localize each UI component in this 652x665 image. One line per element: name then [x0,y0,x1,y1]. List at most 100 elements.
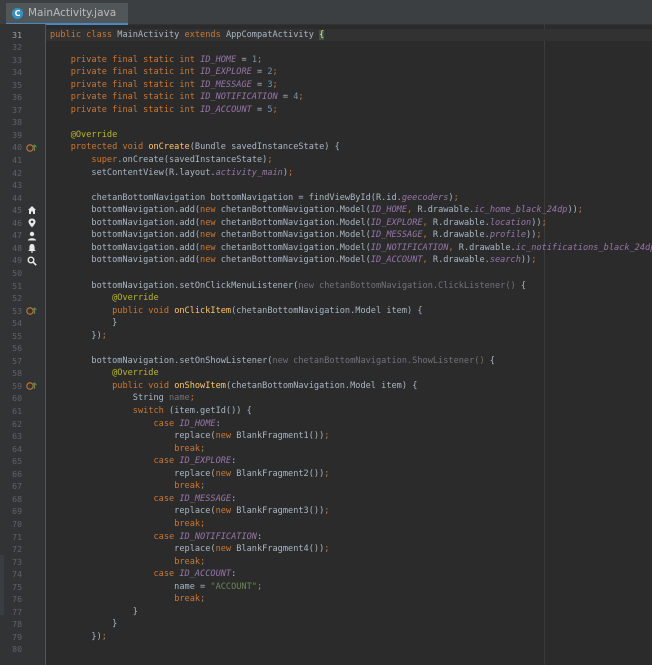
code-line[interactable]: 48 bottomNavigation.add(new chetanBottom… [0,242,652,255]
code-line[interactable]: 46 bottomNavigation.add(new chetanBottom… [0,217,652,230]
code-line[interactable]: 73 break; [0,556,652,569]
code-line[interactable]: 52 @Override [0,292,652,305]
code-line[interactable]: 59 public void onShowItem(chetanBottomNa… [0,380,652,393]
code-line[interactable]: 34 private final static int ID_EXPLORE =… [0,66,652,79]
code-line[interactable]: 70 break; [0,518,652,531]
code-token: R.drawable. [432,217,490,228]
code-token: R.drawable. [432,230,490,241]
code-line[interactable]: 63 replace(new BlankFragment1()); [0,430,652,443]
code-token: bottomNavigation.add( [50,242,201,253]
code-line[interactable]: 62 case ID_HOME: [0,418,652,431]
code-text: chetanBottomNavigation bottomNavigation … [50,192,459,205]
code-token: replace( [50,506,216,517]
code-text: }); [50,330,107,343]
line-number: 38 [12,117,22,128]
line-number: 69 [12,506,22,517]
code-token: chetanBottomNavigation bottomNavigation … [50,192,402,203]
code-token: ; [453,192,459,203]
code-line[interactable]: 35 private final static int ID_MESSAGE =… [0,79,652,92]
code-token: activity_main [215,167,283,178]
code-line[interactable]: 41 super.onCreate(savedInstanceState); [0,154,652,167]
code-text: setContentView(R.layout.activity_main); [50,167,293,180]
code-token: ID_MESSAGE [200,79,252,90]
code-line[interactable]: 69 replace(new BlankFragment3()); [0,505,652,518]
home-icon [26,204,38,217]
line-number: 37 [12,104,22,115]
code-line[interactable]: 57 bottomNavigation.setOnShowListener(ne… [0,355,652,368]
code-line[interactable]: 50 [0,267,652,280]
code-token: : [231,456,237,467]
code-line[interactable]: 68 case ID_MESSAGE: [0,493,652,506]
code-line[interactable]: 72 replace(new BlankFragment4()); [0,543,652,556]
code-text: break; [50,593,205,606]
code-line[interactable]: 58 @Override [0,367,652,380]
code-line[interactable]: 61 switch (item.getId()) { [0,405,652,418]
line-number: 32 [12,42,22,53]
code-line[interactable]: 64 break; [0,443,652,456]
code-line[interactable]: 76 break; [0,593,652,606]
code-token: : [231,493,237,504]
search-icon [26,254,38,267]
line-number: 43 [12,180,22,191]
code-line[interactable]: 80 [0,643,652,656]
tab-main-activity[interactable]: C MainActivity.java [6,3,129,25]
code-token: break; [174,481,206,492]
code-line[interactable]: 78 } [0,618,652,631]
line-number: 63 [12,431,22,442]
code-line[interactable]: 38 [0,116,652,129]
code-line[interactable]: 55 }); [0,330,652,343]
code-token: { [520,280,527,291]
code-line[interactable]: 74 case ID_ACCOUNT: [0,568,652,581]
line-number: 48 [12,242,22,253]
code-text: case ID_EXPLORE: [50,455,236,468]
code-line[interactable]: 47 bottomNavigation.add(new chetanBottom… [0,229,652,242]
code-line[interactable]: 75 name = "ACCOUNT"; [0,581,652,594]
code-text: break; [50,556,205,569]
code-line[interactable]: 33 private final static int ID_HOME = 1; [0,54,652,67]
line-number: 57 [12,355,22,366]
code-line[interactable]: 53 public void onClickItem(chetanBottomN… [0,305,652,318]
override-method-icon[interactable] [26,141,38,154]
code-text: replace(new BlankFragment2()); [50,468,329,481]
code-text: @Override [50,367,159,380]
code-line[interactable]: 65 case ID_EXPLORE: [0,455,652,468]
code-line[interactable]: 39 @Override [0,129,652,142]
code-token: ID_ACCOUNT [200,104,252,115]
code-token: onCreate [148,142,190,153]
code-line[interactable]: 71 case ID_NOTIFICATION: [0,531,652,544]
code-line[interactable]: 60 String name; [0,392,652,405]
code-token: (Bundle savedInstanceState) { [189,142,340,153]
code-line[interactable]: 37 private final static int ID_ACCOUNT =… [0,104,652,117]
profile-icon [26,229,38,242]
code-token: = [277,92,294,103]
code-line[interactable]: 40 protected void onCreate(Bundle savedI… [0,141,652,154]
code-line[interactable]: 45 bottomNavigation.add(new chetanBottom… [0,204,652,217]
code-line[interactable]: 54 } [0,317,652,330]
code-line[interactable]: 77 } [0,606,652,619]
code-line[interactable]: 42 setContentView(R.layout.activity_main… [0,167,652,180]
code-line[interactable]: 36 private final static int ID_NOTIFICAT… [0,91,652,104]
code-line[interactable]: 43 [0,179,652,192]
code-token: bottomNavigation.add( [50,255,201,266]
code-line[interactable]: 49 bottomNavigation.add(new chetanBottom… [0,254,652,267]
override-method-icon[interactable] [26,305,38,318]
code-line[interactable]: 31 public class MainActivity extends AppC… [0,28,652,42]
code-line[interactable]: 56 [0,342,652,355]
code-line[interactable]: 79 }); [0,631,652,644]
code-token: : [256,531,263,542]
code-line[interactable]: 67 break; [0,480,652,493]
code-line[interactable]: 44 chetanBottomNavigation bottomNavigati… [0,192,652,205]
code-token: ; [272,79,278,90]
line-number: 36 [12,92,22,103]
code-line[interactable]: 66 replace(new BlankFragment2()); [0,468,652,481]
override-method-icon[interactable] [26,380,38,393]
code-line[interactable]: 51 bottomNavigation.setOnClickMenuListen… [0,280,652,293]
line-number: 40 [12,142,22,153]
code-line[interactable]: 32 [0,41,652,54]
line-number: 77 [12,606,22,617]
code-token: , [448,242,459,253]
code-token: location [489,217,532,228]
line-number: 71 [12,531,22,542]
